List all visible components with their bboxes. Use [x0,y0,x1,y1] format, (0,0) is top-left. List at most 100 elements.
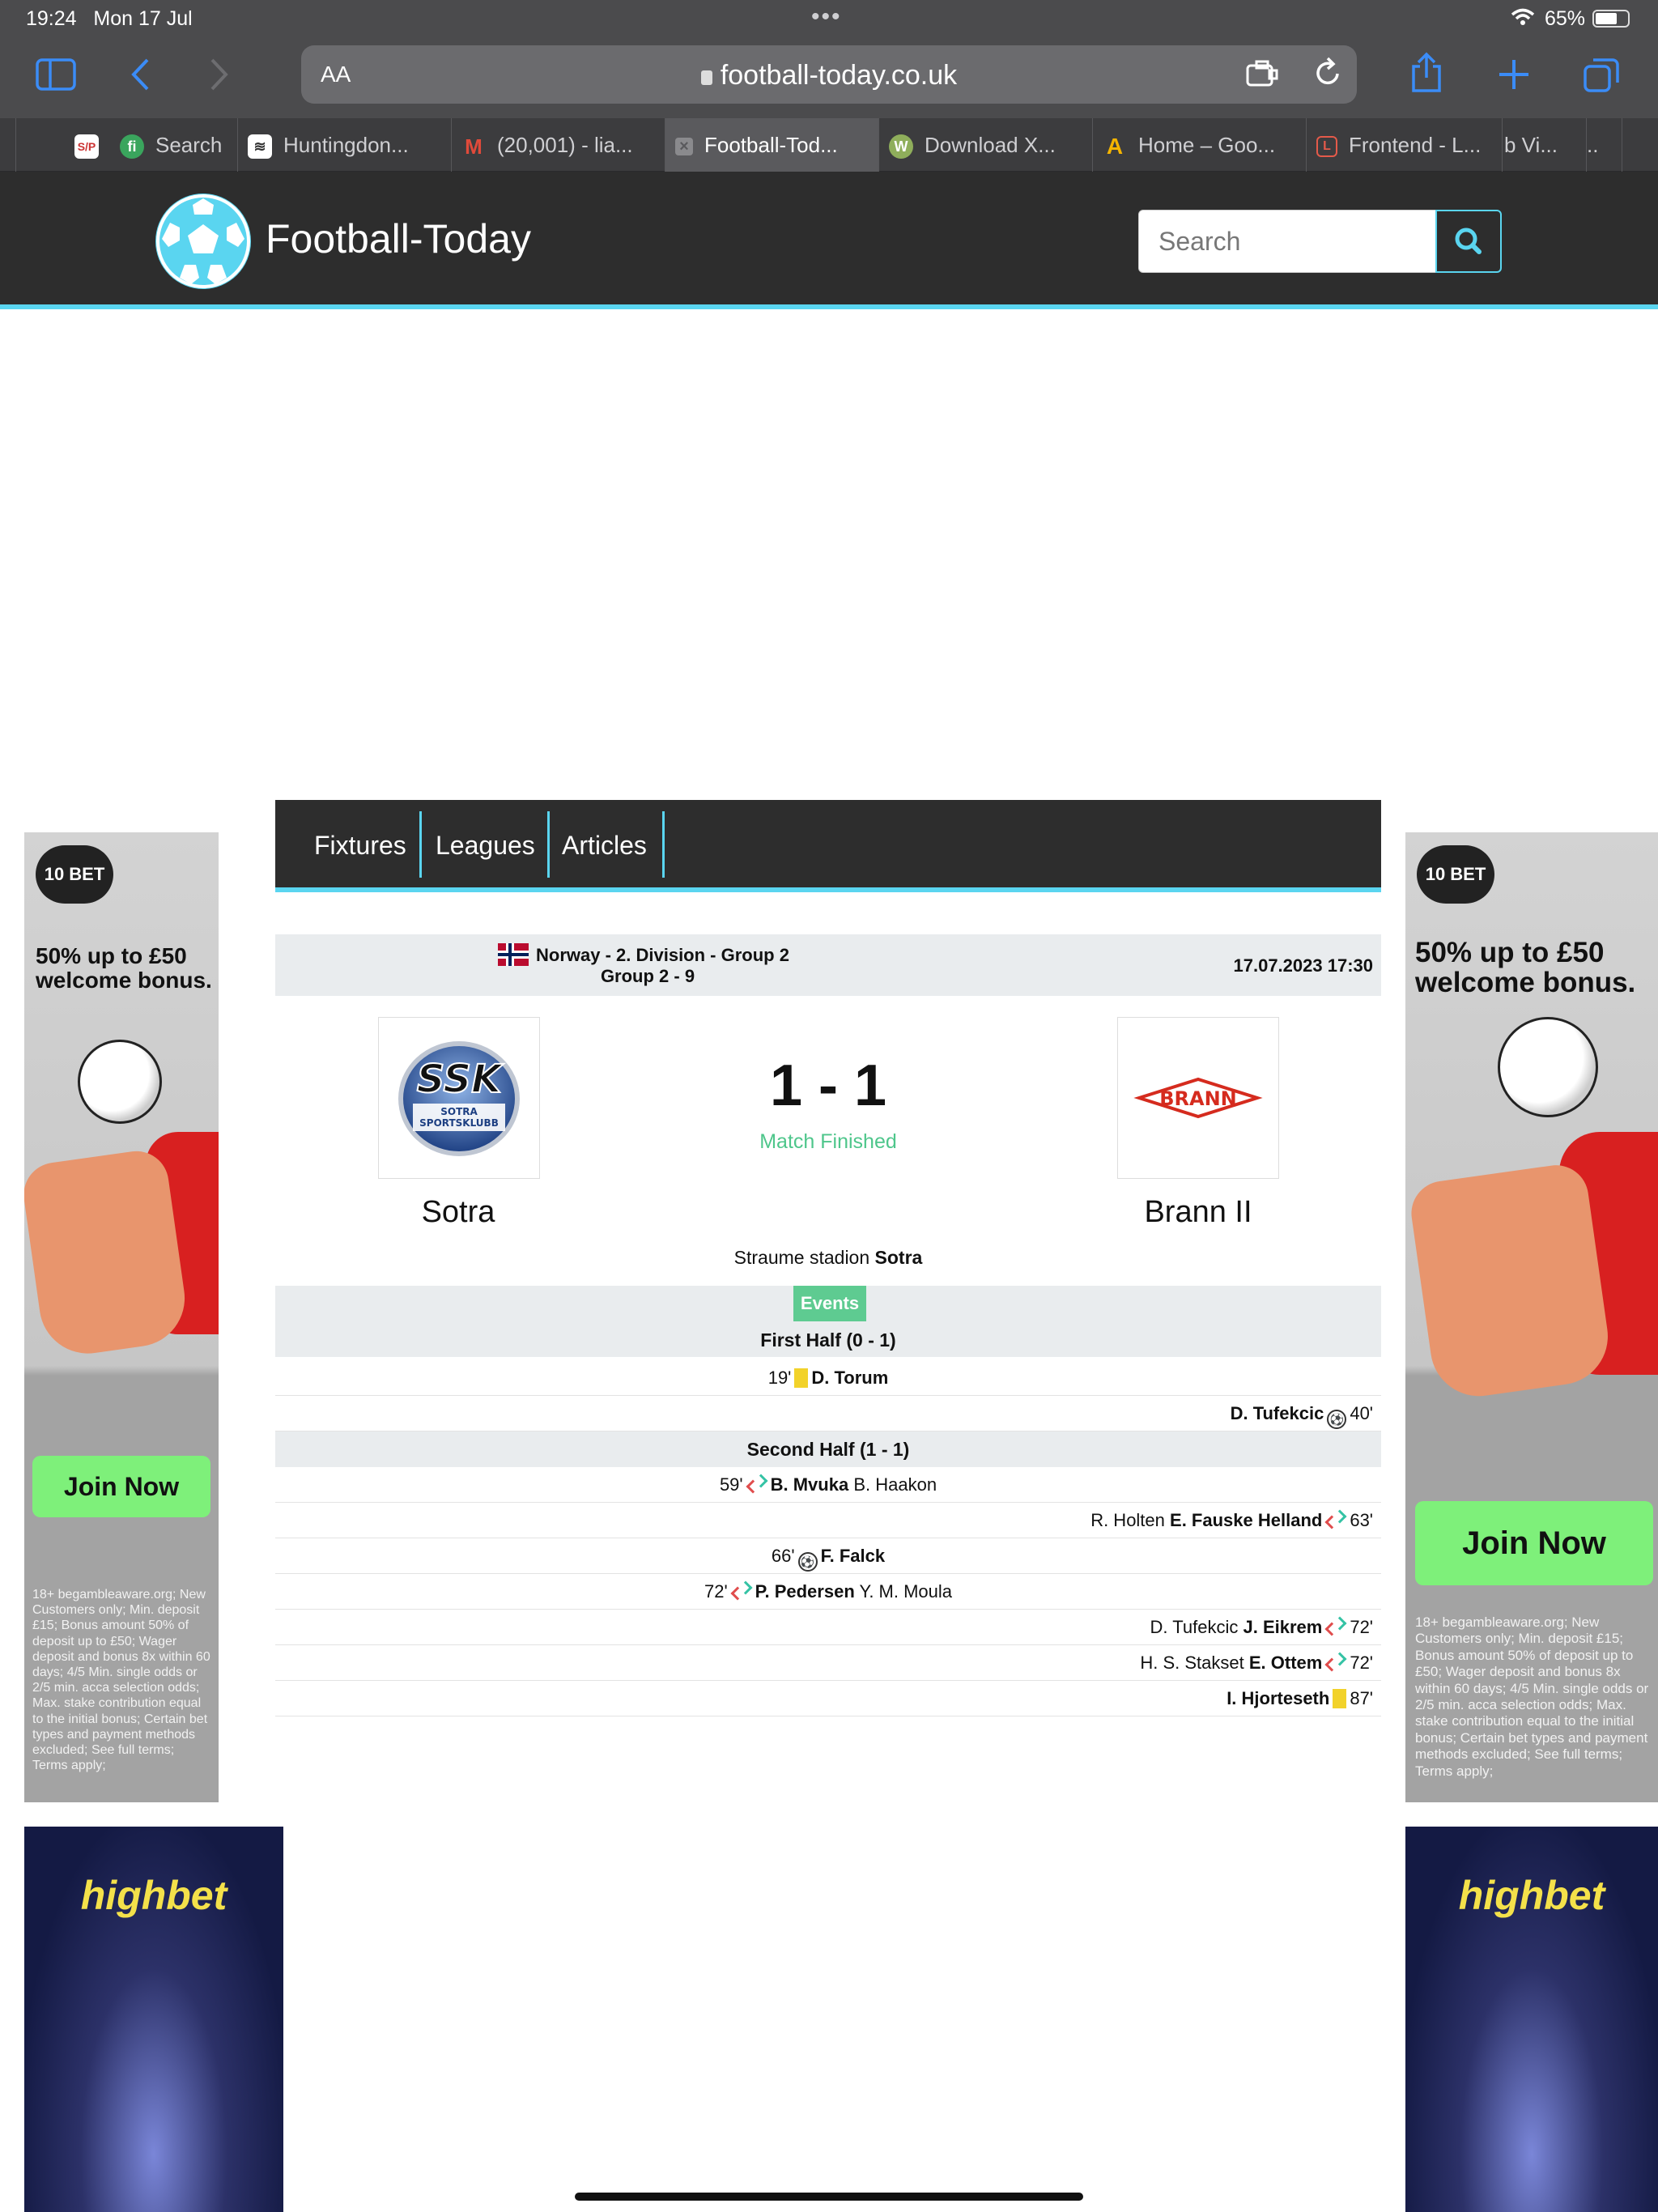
site-title[interactable]: Football-Today [266,215,531,262]
nav-fixtures[interactable]: Fixtures [314,831,406,861]
events-tab[interactable]: Events [793,1286,866,1321]
away-team-name[interactable]: Brann II [1036,1195,1360,1230]
event-row: 59' B. Mvuka B. Haakon [275,1467,1381,1503]
event-row: H. S. Stakset E. Ottem 72' [275,1645,1381,1681]
10bet-logo: 10 BET [36,845,113,904]
goal-ball-icon: ⚽ [797,1552,818,1572]
match-score: 1 - 1 [769,1053,887,1118]
home-team-name[interactable]: Sotra [296,1195,620,1230]
svg-text:SOTRA: SOTRA [440,1106,478,1117]
tab-1[interactable]: fi Search [110,118,238,172]
wifi-icon [1511,8,1535,32]
home-indicator[interactable] [575,2193,1083,2201]
ad-promo-text: 50% up to £50 welcome bonus. [1415,937,1636,998]
battery-percent: 65% [1545,7,1586,30]
venue: Straume stadion Sotra [733,1247,923,1268]
event-row: R. Holten E. Fauske Helland 63' [275,1503,1381,1538]
tab-7[interactable]: L Frontend - L... [1307,118,1503,172]
tab-3[interactable]: M (20,001) - lia... [452,118,665,172]
nav-divider [662,811,665,878]
tab-4-active[interactable]: × Football-Tod... [665,118,879,172]
substitution-icon [746,1475,767,1495]
search-input[interactable] [1138,210,1436,273]
tab-edge [0,118,16,172]
tab-0[interactable]: S/P [65,118,110,172]
event-row: D. Tufekcic ⚽ 40' [275,1396,1381,1431]
tab-close-icon[interactable]: × [675,138,693,156]
url-text[interactable]: football-today.co.uk [301,60,1357,91]
address-bar[interactable]: AA football-today.co.uk [301,45,1357,104]
match-datetime: 17.07.2023 17:30 [1233,955,1374,976]
new-tab-icon[interactable] [1496,57,1532,99]
hand-graphic [1407,1161,1614,1402]
substitution-icon [1325,1618,1346,1637]
tab-favicon: ≋ [248,134,272,160]
tab-5[interactable]: W Download X... [879,118,1093,172]
event-row: I. Hjorteseth 87' [275,1681,1381,1716]
yellow-card-icon [1333,1689,1347,1708]
soccer-ball-icon [1498,1017,1598,1117]
svg-text:SPORTSKLUBB: SPORTSKLUBB [419,1117,499,1129]
competition-name[interactable]: Norway - 2. Division - Group 2 [536,945,789,966]
second-half-heading: Second Half (1 - 1) [275,1431,1381,1467]
highbet-logo: highbet [80,1873,227,1918]
hand-graphic [24,1146,191,1360]
search-button[interactable] [1435,210,1502,273]
nav-articles[interactable]: Articles [562,831,647,861]
browser-toolbar: AA football-today.co.uk [0,37,1658,118]
reload-icon[interactable] [1313,56,1342,96]
10bet-logo: 10 BET [1417,845,1494,904]
laravel-icon: L [1316,136,1337,158]
status-time: 19:24 Mon 17 Jul [26,7,193,30]
join-now-button[interactable]: Join Now [32,1456,210,1517]
event-row: 19' D. Torum [275,1360,1381,1396]
event-row: D. Tufekcic J. Eikrem 72' [275,1610,1381,1645]
back-icon[interactable] [130,57,151,99]
ad-10bet-right[interactable]: 10 BET 50% up to £50 welcome bonus. Join… [1405,832,1658,1802]
tab-favicon: fi [120,134,144,160]
home-team-logo[interactable]: SSK SOTRA SPORTSKLUBB [378,1017,540,1179]
nav-divider [419,811,422,878]
away-team-logo[interactable]: BRANN [1117,1017,1279,1179]
lock-icon [700,70,712,85]
ad-10bet-left[interactable]: 10 BET 50% up to £50 welcome bonus. Join… [24,832,219,1802]
tab-9[interactable]: .. [1587,118,1622,172]
google-ads-icon: A [1106,134,1124,160]
soccer-ball-icon [78,1040,162,1124]
match-header: Norway - 2. Division - Group 2 Group 2 -… [275,934,1381,996]
ad-promo-text: 50% up to £50 welcome bonus. [36,943,212,993]
join-now-button[interactable]: Join Now [1415,1501,1653,1585]
search-icon [1455,228,1482,254]
site-header: Football-Today [0,172,1658,309]
sidebar-icon[interactable] [36,58,76,97]
svg-text:BRANN: BRANN [1159,1087,1237,1110]
nav-divider [547,811,550,878]
first-half-heading: First Half (0 - 1) [760,1329,896,1351]
tab-favicon: S/P [74,134,99,160]
extension-icon[interactable] [1245,59,1279,96]
ad-highbet-right[interactable]: highbet [1405,1827,1658,2212]
substitution-icon [1325,1653,1346,1673]
events-header: Events First Half (0 - 1) [275,1286,1381,1357]
tab-2[interactable]: ≋ Huntingdon... [238,118,452,172]
event-row: 66' ⚽ F. Falck [275,1538,1381,1574]
ad-highbet-left[interactable]: highbet [24,1827,283,2212]
share-icon[interactable] [1409,52,1444,100]
tab-favicon: W [889,134,913,160]
screen: 19:24 Mon 17 Jul ••• 65% AA football-tod… [0,0,1658,2212]
multitasking-dots-icon[interactable]: ••• [811,3,842,31]
substitution-icon [731,1582,752,1602]
tab-8[interactable]: b Vi... [1503,118,1587,172]
tab-6[interactable]: A Home – Goo... [1093,118,1307,172]
svg-text:SSK: SSK [417,1057,504,1102]
football-logo-icon[interactable] [155,194,251,289]
forward-icon[interactable] [209,57,230,99]
event-row: 72' P. Pedersen Y. M. Moula [275,1574,1381,1610]
tab-overview-icon[interactable] [1582,55,1621,100]
round-label: Group 2 - 9 [600,966,695,986]
highbet-logo: highbet [1458,1873,1605,1918]
norway-flag-icon [498,943,529,966]
status-bar: 19:24 Mon 17 Jul ••• 65% [0,0,1658,37]
nav-leagues[interactable]: Leagues [436,831,535,861]
goal-ball-icon: ⚽ [1327,1410,1347,1429]
